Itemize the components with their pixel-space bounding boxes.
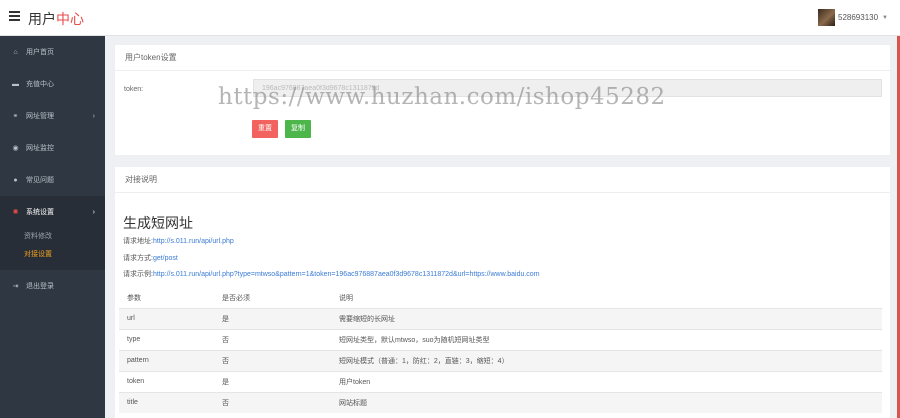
request-example-link[interactable]: http://s.011.run/api/url.php?type=mtwso&… bbox=[153, 271, 540, 278]
param-name: url bbox=[119, 307, 214, 329]
request-url-line: 请求地址:http://s.011.run/api/url.php bbox=[123, 236, 234, 246]
sidebar-item-label: 退出登录 bbox=[26, 283, 54, 290]
sidebar-item-label: 网址管理 bbox=[26, 113, 54, 120]
table-row: type 否 短网址类型，默认mtwso，suo为随机短网址类型 bbox=[119, 328, 882, 350]
chevron-down-icon: ▼ bbox=[882, 14, 888, 21]
column-header: 说明 bbox=[339, 294, 353, 302]
column-header: 是否必须 bbox=[222, 294, 250, 302]
sidebar-item-settings[interactable]: ✺ 系统设置 › bbox=[0, 196, 105, 228]
sidebar-item-label: 网址监控 bbox=[26, 145, 54, 152]
param-desc: 短网址类型，默认mtwso，suo为随机短网址类型 bbox=[331, 328, 882, 350]
request-url-link[interactable]: http://s.011.run/api/url.php bbox=[153, 238, 234, 245]
table-row: token 是 用户token bbox=[119, 370, 882, 392]
param-desc: 用户token bbox=[331, 370, 882, 392]
request-method-value: get/post bbox=[152, 255, 178, 262]
param-required: 是 bbox=[214, 370, 331, 392]
param-required: 是 bbox=[214, 307, 331, 329]
eye-icon: ◉ bbox=[12, 145, 19, 152]
param-desc: 网站标题 bbox=[331, 391, 882, 413]
sidebar: ⌂ 用户首页 ▬ 充值中心 ⚭ 网址管理 › ◉ 网址监控 ● 常见问题 ✺ 系… bbox=[0, 36, 105, 418]
line-label: 请求地址: bbox=[123, 238, 153, 245]
avatar bbox=[818, 9, 835, 26]
info-icon: ● bbox=[13, 176, 18, 184]
cart-icon: ▬ bbox=[12, 80, 19, 88]
submenu-item-api-settings[interactable]: 对接设置 bbox=[0, 246, 105, 264]
sidebar-item-faq[interactable]: ● 常见问题 bbox=[0, 164, 105, 196]
chevron-right-icon: › bbox=[92, 112, 95, 120]
api-docs-card: 对接说明 生成短网址 请求地址:http://s.011.run/api/url… bbox=[115, 167, 890, 418]
token-label: token: bbox=[124, 86, 144, 93]
home-icon: ⌂ bbox=[13, 48, 18, 56]
app-title: 用户中心 bbox=[28, 9, 84, 29]
reset-token-button[interactable]: 重置 bbox=[252, 120, 278, 138]
gear-icon: ✺ bbox=[12, 209, 19, 216]
params-table: 参数 是否必须 说明 url 是 需要缩短的长网址 type 否 短网址类型，默… bbox=[119, 288, 882, 413]
submenu-item-profile[interactable]: 资料修改 bbox=[0, 228, 105, 246]
table-row: url 是 需要缩短的长网址 bbox=[119, 307, 882, 329]
request-example-line: 请求示例:http://s.011.run/api/url.php?type=m… bbox=[123, 269, 540, 279]
link-icon: ⚭ bbox=[12, 113, 19, 120]
param-required: 否 bbox=[214, 391, 331, 413]
top-bar: 用户中心 528693130 ▼ bbox=[0, 0, 900, 36]
card-title: 用户token设置 bbox=[115, 45, 890, 71]
sidebar-item-recharge[interactable]: ▬ 充值中心 bbox=[0, 68, 105, 100]
column-header: 参数 bbox=[127, 294, 141, 302]
copy-token-button[interactable]: 复制 bbox=[285, 120, 311, 138]
sidebar-item-label: 充值中心 bbox=[26, 81, 54, 88]
username: 528693130 bbox=[838, 13, 879, 22]
sidebar-item-label: 常见问题 bbox=[26, 177, 54, 184]
sidebar-item-label: 用户首页 bbox=[26, 49, 54, 56]
app-title-main: 用户 bbox=[28, 12, 56, 28]
line-label: 请求示例: bbox=[123, 271, 153, 278]
sidebar-item-label: 系统设置 bbox=[26, 209, 54, 216]
param-name: token bbox=[119, 370, 214, 392]
chevron-right-icon: › bbox=[92, 208, 95, 216]
param-required: 否 bbox=[214, 328, 331, 350]
param-name: type bbox=[119, 328, 214, 350]
logout-icon: ⇥ bbox=[12, 283, 19, 290]
param-desc: 需要缩短的长网址 bbox=[331, 307, 882, 329]
sidebar-item-logout[interactable]: ⇥ 退出登录 bbox=[0, 270, 105, 302]
request-method-line: 请求方式:get/post bbox=[123, 253, 178, 263]
table-row: title 否 网站标题 bbox=[119, 391, 882, 413]
param-name: pattern bbox=[119, 349, 214, 371]
line-label: 请求方式: bbox=[123, 255, 153, 262]
table-header-row: 参数 是否必须 说明 bbox=[119, 288, 882, 308]
sidebar-item-home[interactable]: ⌂ 用户首页 bbox=[0, 36, 105, 68]
token-input[interactable] bbox=[253, 79, 882, 97]
sidebar-item-url-manage[interactable]: ⚭ 网址管理 › bbox=[0, 100, 105, 132]
user-menu[interactable]: 528693130 ▼ bbox=[818, 8, 888, 27]
param-name: title bbox=[119, 391, 214, 413]
table-row: pattern 否 短网址模式（普通：1，防红：2，直链：3，缩短：4） bbox=[119, 349, 882, 371]
param-required: 否 bbox=[214, 349, 331, 371]
app-title-accent: 中心 bbox=[56, 12, 84, 28]
card-title: 对接说明 bbox=[115, 167, 890, 193]
menu-toggle-icon[interactable] bbox=[9, 11, 20, 21]
token-settings-card: 用户token设置 token: 重置 复制 bbox=[115, 45, 890, 155]
sidebar-item-monitor[interactable]: ◉ 网址监控 bbox=[0, 132, 105, 164]
settings-submenu: 资料修改 对接设置 bbox=[0, 228, 105, 270]
param-desc: 短网址模式（普通：1，防红：2，直链：3，缩短：4） bbox=[331, 349, 882, 371]
doc-title: 生成短网址 bbox=[123, 216, 193, 232]
